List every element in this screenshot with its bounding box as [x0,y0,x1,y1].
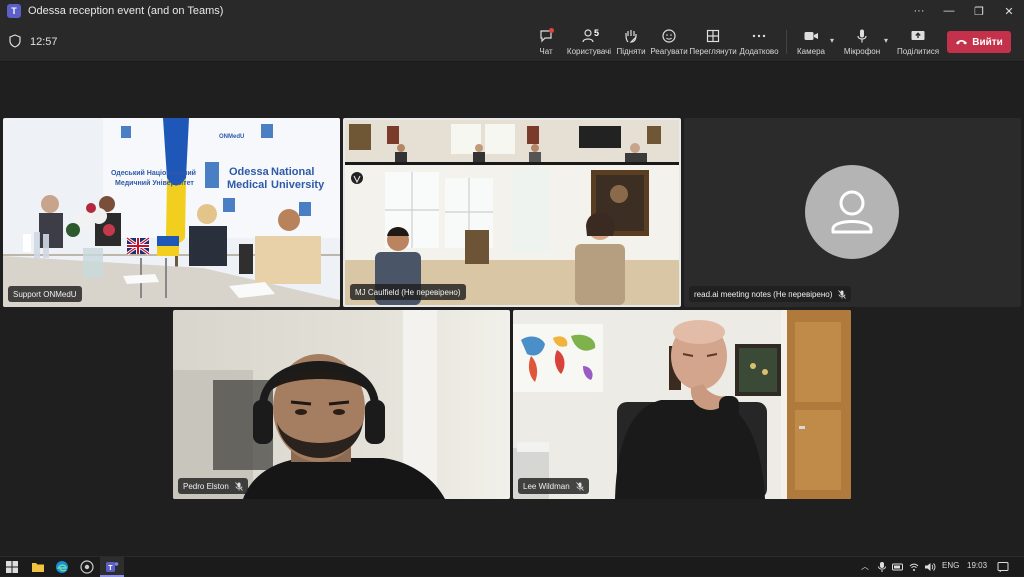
shield-icon [9,34,21,48]
minimize-icon[interactable]: — [934,0,964,22]
raise-hand-button[interactable]: Підняти [616,26,646,60]
camera-button[interactable]: Камера [796,26,826,60]
mic-label: Мікрофон [843,47,881,56]
people-label: Користувачі [566,47,612,56]
participant-nametag: Pedro Elston [178,478,248,494]
chrome-browser-icon[interactable] [80,560,94,574]
battery-icon[interactable] [892,562,904,572]
share-screen-icon [911,31,925,40]
taskbar-teams-active[interactable]: T [100,557,124,577]
more-label: Додатково [739,47,779,56]
grid-view-icon [706,29,720,43]
more-button[interactable]: Додатково [739,26,779,60]
hand-icon [625,30,637,43]
edge-browser-icon[interactable] [55,560,69,574]
room-video-feed [345,120,679,305]
muted-microphone-icon [235,481,243,491]
signage-medical: Medical [227,179,267,191]
video-tile-read-ai[interactable]: read.ai meeting notes (Не перевірено) [684,118,1021,307]
smiley-icon [662,29,676,43]
people-count: 5 [594,28,600,38]
meeting-timer: 12:57 [30,36,58,48]
svg-text:T: T [108,565,113,572]
window-title: Odessa reception event (and on Teams) [28,5,224,17]
restore-icon[interactable]: ❐ [964,0,994,22]
title-bar: T Odessa reception event (and on Teams) … [0,0,1024,22]
react-button[interactable]: Реагувати [650,26,688,60]
chat-notification-dot [549,28,554,33]
signage-brand: ONMedU [219,134,244,140]
leave-button[interactable]: Вийти [947,31,1011,53]
signage-national: National [271,166,314,178]
camera-options-chevron-icon[interactable]: ▾ [830,36,834,45]
participant-video-feed [513,310,851,499]
meeting-toolbar: 12:57 Чат 5 Користувачі Підняти Реагуват… [0,22,1024,62]
participant-nametag: read.ai meeting notes (Не перевірено) [689,286,852,302]
signage-odessa: Odessa [229,166,270,178]
tray-overflow-chevron-icon[interactable]: ︿ [861,561,869,572]
muted-microphone-icon [838,289,847,299]
participant-name: Support ONMedU [13,289,77,299]
microphone-icon [857,29,867,43]
view-label: Переглянути [689,47,737,56]
mic-options-chevron-icon[interactable]: ▾ [884,36,888,45]
video-tile-support-onmedu[interactable]: Odessa National Medical University Одесь… [3,118,340,307]
react-label: Реагувати [650,47,688,56]
hang-up-icon [956,40,968,45]
wifi-icon[interactable] [909,562,919,572]
chat-label: Чат [539,47,553,56]
camera-label: Камера [797,47,825,56]
ellipsis-icon [752,34,766,38]
person-icon [831,190,873,234]
notification-center-icon[interactable] [997,561,1009,573]
participant-name: read.ai meeting notes (Не перевірено) [694,289,833,299]
muted-microphone-icon [575,481,584,491]
camera-icon [804,32,818,40]
chat-button[interactable]: Чат [534,26,558,60]
participant-name: MJ Caulfield (Не перевірено) [355,287,461,297]
taskbar-clock[interactable]: 19:03 [967,561,987,570]
video-stage: Odessa National Medical University Одесь… [0,62,1024,556]
people-button[interactable]: 5 Користувачі [567,26,611,60]
teams-app-icon: T [7,4,21,18]
windows-start-icon[interactable] [5,560,19,574]
view-button[interactable]: Переглянути [689,26,737,60]
teams-taskbar-icon: T [106,562,119,572]
language-indicator[interactable]: ENG [942,561,959,570]
participant-video-feed [173,310,510,499]
video-tile-mj-caulfield[interactable]: MJ Caulfield (Не перевірено) [343,118,681,307]
tray-microphone-icon[interactable] [877,561,887,573]
room-video-feed: Odessa National Medical University Одесь… [3,118,340,307]
participant-name: Pedro Elston [183,481,229,491]
window-controls: ··· — ❐ ✕ [904,0,1024,22]
avatar [805,165,899,259]
signage-university: University [271,179,325,191]
close-icon[interactable]: ✕ [994,0,1024,22]
participant-nametag: MJ Caulfield (Не перевірено) [350,284,466,300]
microphone-button[interactable]: Мікрофон [844,26,880,60]
signage-ua-line2: Медичний Університет [115,179,194,187]
file-explorer-icon[interactable] [31,560,45,574]
raise-label: Підняти [616,47,646,56]
video-tile-pedro-elston[interactable]: Pedro Elston [173,310,510,499]
taskbar: T ︿ ENG 19:03 [0,556,1024,577]
volume-icon[interactable] [924,562,936,572]
more-options-icon[interactable]: ··· [904,0,934,22]
participant-nametag: Support ONMedU [8,286,82,302]
share-label: Поділитися [896,47,940,56]
leave-label: Вийти [972,36,1003,48]
share-button[interactable]: Поділитися [896,26,940,60]
toolbar-separator [786,30,787,54]
participant-name: Lee Wildman [523,481,570,491]
participant-nametag: Lee Wildman [518,478,589,494]
signage-ua-line1: Одеський Національний [111,169,196,177]
video-tile-lee-wildman[interactable]: Lee Wildman [513,310,851,499]
